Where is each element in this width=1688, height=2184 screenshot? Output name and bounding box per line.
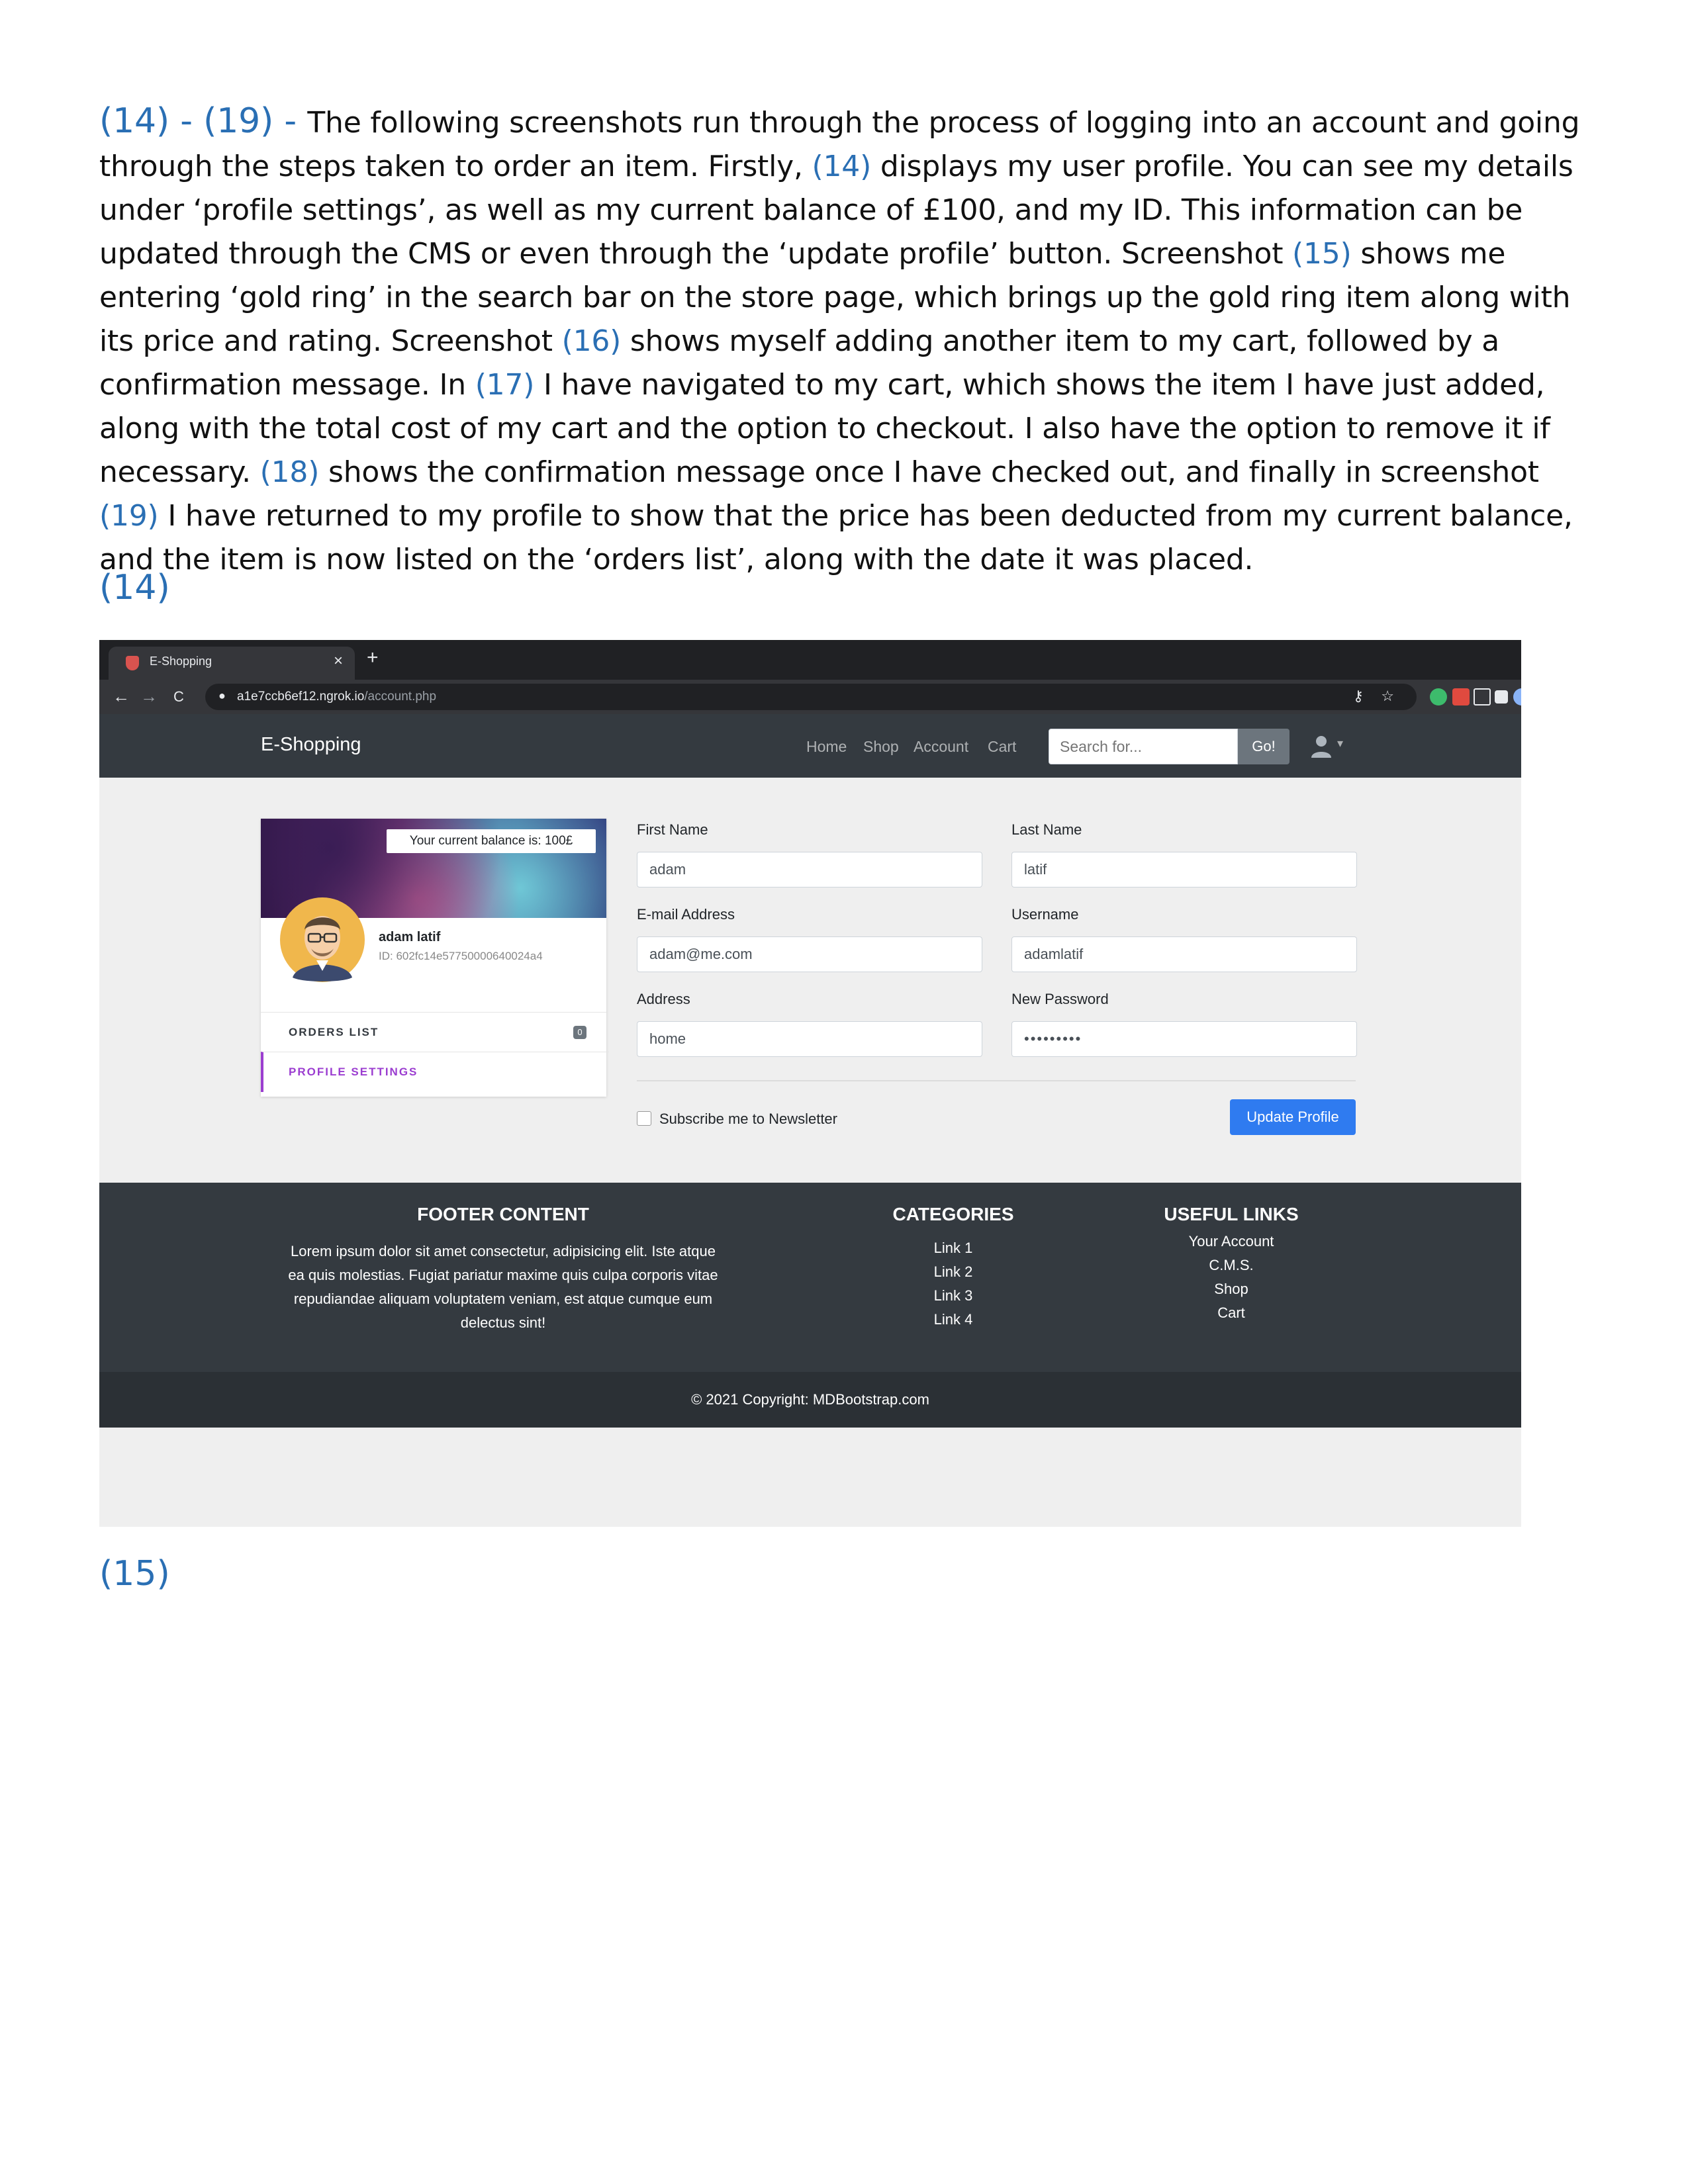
figure-reference: (17) — [475, 368, 535, 402]
username-label: Username — [1011, 906, 1079, 923]
url-host: a1e7ccb6ef12.ngrok.io — [237, 690, 365, 704]
address-bar-row: ← → C ● a1e7ccb6ef12.ngrok.io/account.ph… — [99, 680, 1521, 714]
search-go-button[interactable]: Go! — [1238, 729, 1289, 764]
categories-title: CATEGORIES — [892, 1204, 1014, 1224]
avatar — [280, 897, 365, 982]
figure-reference: (16) — [561, 324, 622, 358]
nav-home[interactable]: Home — [806, 738, 847, 756]
useful-link-shop[interactable]: Shop — [1158, 1281, 1304, 1298]
useful-links-title: USEFUL LINKS — [1164, 1204, 1299, 1224]
address-label: Address — [637, 991, 690, 1007]
new-password-label: New Password — [1011, 991, 1109, 1007]
newsletter-checkbox[interactable] — [637, 1111, 651, 1126]
browser-tab[interactable]: E-Shopping × — [109, 647, 355, 680]
paragraph-text: shows the confirmation message once I ha… — [319, 455, 1539, 489]
brand-logo[interactable]: E-Shopping — [261, 734, 361, 756]
url-path: /account.php — [364, 690, 437, 704]
orders-list-item[interactable]: ORDERS LIST 0 — [261, 1012, 606, 1052]
footer-content-title: FOOTER CONTENT — [417, 1204, 589, 1224]
category-link-4[interactable]: Link 4 — [914, 1311, 993, 1328]
useful-link-cart[interactable]: Cart — [1158, 1304, 1304, 1322]
figure-reference: (18) — [259, 455, 320, 489]
category-link-2[interactable]: Link 2 — [914, 1263, 993, 1281]
lock-icon: ● — [218, 689, 226, 702]
close-icon[interactable]: × — [334, 652, 343, 670]
profile-settings-label: PROFILE SETTINGS — [289, 1066, 418, 1078]
tab-title: E-Shopping — [150, 655, 212, 668]
copyright-bar: © 2021 Copyright: MDBootstrap.com — [99, 1372, 1521, 1428]
figure-reference: (15) — [1292, 237, 1352, 271]
site-footer: FOOTER CONTENT Lorem ipsum dolor sit ame… — [99, 1183, 1521, 1372]
user-icon[interactable] — [1309, 734, 1333, 758]
screenshot-label-15: (15) — [99, 1554, 170, 1594]
chevron-down-icon[interactable]: ▾ — [1337, 737, 1343, 751]
orders-list-label: ORDERS LIST — [289, 1026, 379, 1038]
figure-reference: (19) — [99, 499, 159, 533]
first-name-label: First Name — [637, 821, 708, 838]
new-password-field[interactable] — [1011, 1021, 1357, 1057]
extension-icon[interactable] — [1452, 688, 1470, 705]
figure-reference: (14) - (19) - — [99, 101, 308, 141]
nav-cart[interactable]: Cart — [988, 738, 1016, 756]
url-text: a1e7ccb6ef12.ngrok.io/account.php — [237, 690, 436, 704]
category-link-1[interactable]: Link 1 — [914, 1240, 993, 1257]
profile-settings-item[interactable]: PROFILE SETTINGS — [261, 1052, 609, 1092]
shield-icon — [126, 656, 139, 670]
site-navbar: E-Shopping Home Shop Account Cart Go! ▾ — [99, 714, 1521, 778]
email-label: E-mail Address — [637, 906, 735, 923]
profile-card: Your current balance is: 100£ adam latif… — [261, 819, 609, 1097]
useful-link-account[interactable]: Your Account — [1158, 1233, 1304, 1250]
email-field[interactable] — [637, 936, 982, 972]
figure-reference: (14) — [812, 150, 872, 183]
screenshot-extension-icon[interactable] — [1474, 688, 1491, 705]
url-field[interactable]: ● a1e7ccb6ef12.ngrok.io/account.php ⚷ ☆ — [205, 684, 1417, 710]
last-name-field[interactable] — [1011, 852, 1357, 887]
nav-shop[interactable]: Shop — [863, 738, 899, 756]
paragraph-text: I have returned to my profile to show th… — [99, 499, 1573, 576]
form-divider — [637, 1080, 1356, 1081]
intro-paragraph: (14) - (19) - The following screenshots … — [99, 99, 1595, 582]
nav-account[interactable]: Account — [914, 738, 968, 756]
account-page-screenshot: E-Shopping × + ← → C ● a1e7ccb6ef12.ngro… — [99, 640, 1521, 1527]
address-field[interactable] — [637, 1021, 982, 1057]
screenshot-label-14: (14) — [99, 568, 170, 608]
last-name-label: Last Name — [1011, 821, 1082, 838]
newsletter-label: Subscribe me to Newsletter — [659, 1111, 837, 1127]
back-icon[interactable]: ← — [113, 686, 130, 707]
browser-tab-bar: E-Shopping × + — [99, 640, 1521, 680]
grammarly-extension-icon[interactable] — [1430, 688, 1447, 705]
orders-count-badge: 0 — [573, 1026, 586, 1039]
first-name-field[interactable] — [637, 852, 982, 887]
puzzle-icon[interactable] — [1495, 690, 1508, 704]
update-profile-button[interactable]: Update Profile — [1230, 1099, 1356, 1135]
profile-name: adam latif — [379, 930, 441, 944]
balance-badge: Your current balance is: 100£ — [387, 829, 596, 853]
useful-link-cms[interactable]: C.M.S. — [1158, 1257, 1304, 1274]
footer-content-text: Lorem ipsum dolor sit amet consectetur, … — [288, 1243, 718, 1331]
new-tab-icon[interactable]: + — [367, 648, 379, 668]
search-input[interactable] — [1049, 729, 1238, 764]
star-icon[interactable]: ☆ — [1381, 688, 1394, 705]
username-field[interactable] — [1011, 936, 1357, 972]
category-link-3[interactable]: Link 3 — [914, 1287, 993, 1304]
forward-icon[interactable]: → — [140, 686, 158, 707]
reload-icon[interactable]: C — [173, 688, 184, 705]
profile-id: ID: 602fc14e57750000640024a4 — [379, 950, 543, 962]
profile-avatar-icon[interactable] — [1513, 688, 1521, 705]
key-icon[interactable]: ⚷ — [1353, 688, 1364, 705]
